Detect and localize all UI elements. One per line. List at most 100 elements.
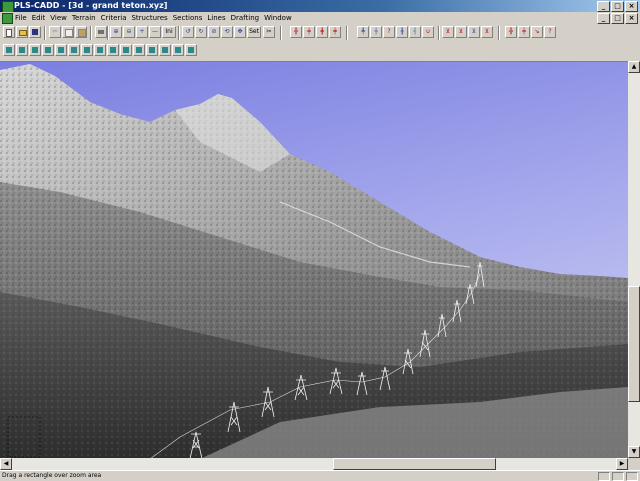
wire-query-button[interactable]: ? [383,26,395,38]
check-2-button[interactable]: ⊻ [455,26,467,38]
section-info-button[interactable]: ? [544,26,556,38]
copy-button[interactable] [62,26,74,38]
view-icon [123,47,129,53]
move-structure-icon: ┿ [307,28,311,35]
wire-add-icon: ╇ [361,28,365,35]
new-button[interactable] [3,26,15,38]
document-icon[interactable] [2,13,13,24]
move-structure-button[interactable]: ┿ [303,26,315,38]
wire-move-icon: ┼ [374,28,378,35]
scroll-up-arrow-icon[interactable]: ▲ [628,61,640,73]
display-12-button[interactable] [146,44,158,56]
section-add-button[interactable]: ╬ [505,26,517,38]
rotate-left-button[interactable]: ↺ [182,26,194,38]
wire-query-icon: ? [387,28,391,35]
menu-drafting[interactable]: Drafting [231,12,264,24]
display-15-button[interactable] [185,44,197,56]
view-icon [110,47,116,53]
check-3-button[interactable]: ⊻ [468,26,480,38]
open-button[interactable] [16,26,28,38]
display-5-button[interactable] [55,44,67,56]
display-7-button[interactable] [81,44,93,56]
close-button[interactable]: × [625,1,638,12]
structure-options-icon: ╪ [333,28,337,35]
section-edit-button[interactable]: ↘ [531,26,543,38]
delete-structure-button[interactable]: ╋ [316,26,328,38]
add-structure-button[interactable]: ╬ [290,26,302,38]
check-icon: ⊻ [445,28,451,35]
menu-sections[interactable]: Sections [173,12,208,24]
section-move-button[interactable]: ┿ [518,26,530,38]
horizontal-scrollbar[interactable]: ◀ ▶ [0,458,628,470]
3d-view[interactable] [0,61,628,459]
tilt-button[interactable]: ⊘ [208,26,220,38]
vertical-scrollbar[interactable]: ▲ ▼ [628,61,640,458]
save-button[interactable] [29,26,41,38]
display-11-button[interactable] [133,44,145,56]
display-3-button[interactable] [29,44,41,56]
pan-button[interactable]: ✥ [234,26,246,38]
display-9-button[interactable] [107,44,119,56]
rotate-right-button[interactable]: ↻ [195,26,207,38]
terrain-render [0,62,628,459]
wire-move-button[interactable]: ┼ [370,26,382,38]
check-1-button[interactable]: ⊻ [442,26,454,38]
menu-terrain[interactable]: Terrain [72,12,101,24]
rotate-icon: ↺ [185,28,191,35]
zoom-in-button[interactable]: ⊕ [110,26,122,38]
window-controls: _ □ × [597,1,638,12]
clip-button[interactable]: ✂ [263,26,275,38]
view-icon [6,47,12,53]
menu-edit[interactable]: Edit [32,12,51,24]
set-view-button[interactable]: Set [247,26,261,38]
display-10-button[interactable] [120,44,132,56]
menu-lines[interactable]: Lines [207,12,230,24]
print-icon [98,30,104,34]
display-6-button[interactable] [68,44,80,56]
orbit-button[interactable]: ⟲ [221,26,233,38]
wire-add-button[interactable]: ╇ [357,26,369,38]
wire-clearance-icon: ┤ [413,28,417,35]
minimize-button[interactable]: _ [597,1,610,12]
zoom-previous-button[interactable]: — [149,26,161,38]
menu-structures[interactable]: Structures [131,12,172,24]
paste-button[interactable] [75,26,87,38]
cut-icon: ✂ [52,28,58,35]
display-4-button[interactable] [42,44,54,56]
section-info-icon: ? [548,28,552,35]
display-2-button[interactable] [16,44,28,56]
display-13-button[interactable] [159,44,171,56]
menu-view[interactable]: View [50,12,72,24]
initial-view-button[interactable]: Ini [162,26,176,38]
mdi-restore-button[interactable]: □ [611,13,624,24]
sag-button[interactable]: ∪ [422,26,434,38]
view-icon [175,47,181,53]
zoom-out-button[interactable]: ⊖ [123,26,135,38]
vertical-scroll-thumb[interactable] [628,286,640,402]
wire-clearance-button[interactable]: ┤ [409,26,421,38]
structure-options-button[interactable]: ╪ [329,26,341,38]
mdi-minimize-button[interactable]: _ [597,13,610,24]
menu-window[interactable]: Window [264,12,297,24]
mdi-close-button[interactable]: × [625,13,638,24]
display-14-button[interactable] [172,44,184,56]
scroll-right-arrow-icon[interactable]: ▶ [616,458,628,470]
scroll-corner [628,458,640,470]
zoom-extents-button[interactable]: + [136,26,148,38]
scroll-down-arrow-icon[interactable]: ▼ [628,446,640,458]
wire-tension-button[interactable]: ╂ [396,26,408,38]
menu-criteria[interactable]: Criteria [101,12,132,24]
print-button[interactable] [95,26,107,38]
check-4-button[interactable]: ⊻ [481,26,493,38]
scroll-left-arrow-icon[interactable]: ◀ [0,458,12,470]
view-icon [188,47,194,53]
open-icon [19,30,27,36]
display-1-button[interactable] [3,44,15,56]
horizontal-scroll-thumb[interactable] [333,458,496,470]
maximize-button[interactable]: □ [611,1,624,12]
set-view-label: Set [249,28,259,35]
display-8-button[interactable] [94,44,106,56]
cut-button[interactable]: ✂ [49,26,61,38]
paste-icon [78,29,86,37]
menu-file[interactable]: File [15,12,32,24]
